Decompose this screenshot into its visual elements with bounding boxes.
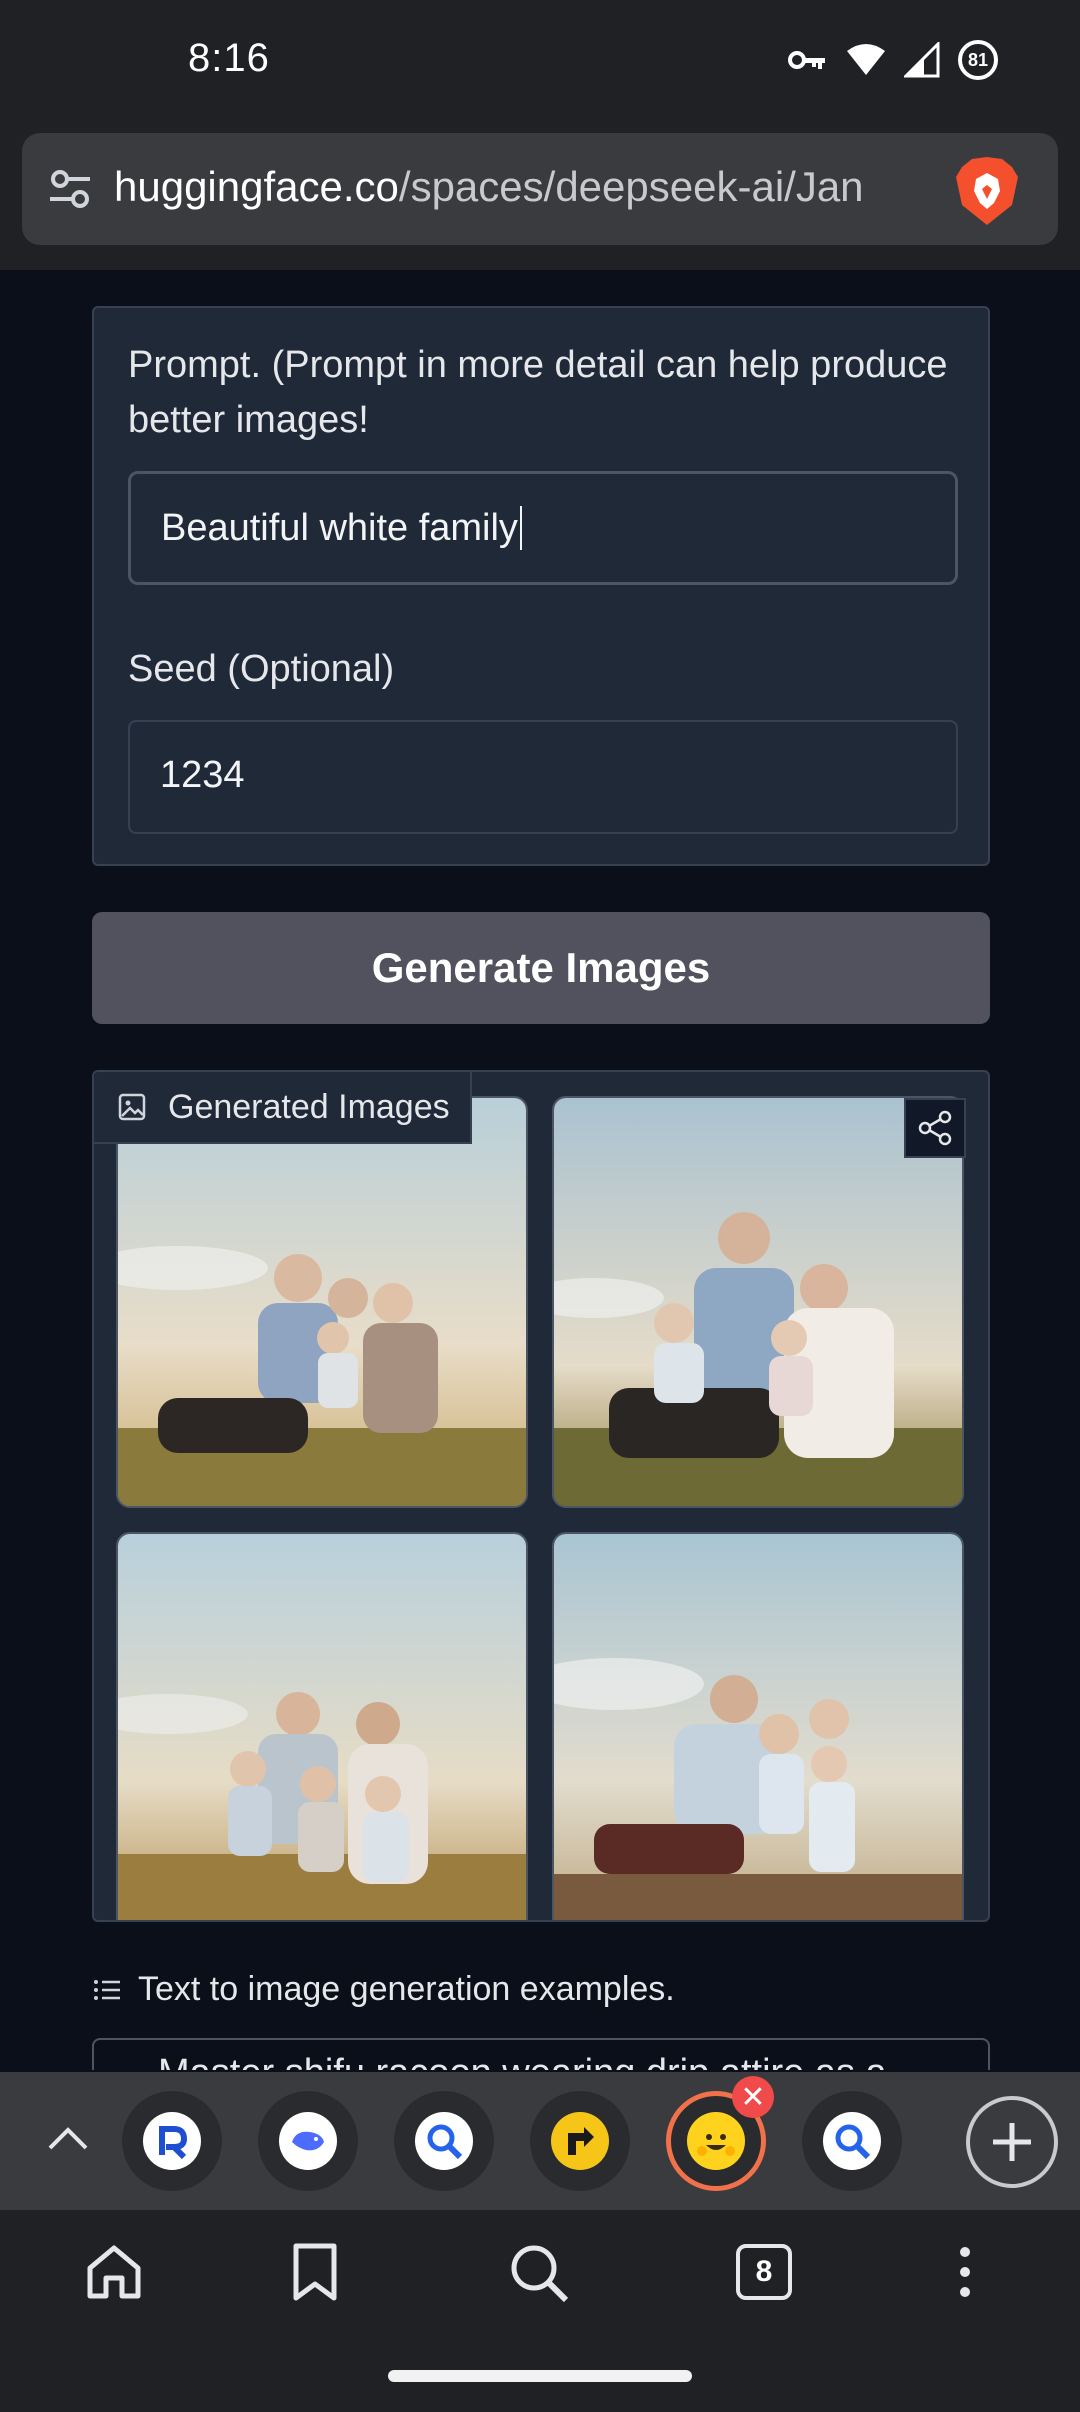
search-favicon: [415, 2112, 473, 2170]
address-bar[interactable]: huggingface.co/spaces/deepseek-ai/Jan: [22, 133, 1058, 245]
status-time: 8:16: [188, 36, 270, 80]
browser-toolbar: huggingface.co/spaces/deepseek-ai/Jan: [0, 130, 1080, 270]
seed-input[interactable]: 1234: [128, 720, 958, 834]
prompt-value: Beautiful white family: [161, 506, 518, 549]
page-content: Prompt. (Prompt in more detail can help …: [0, 270, 1080, 2070]
examples-label-text: Text to image generation examples.: [138, 1970, 675, 2008]
more-options-icon[interactable]: [950, 2242, 980, 2302]
seed-label: Seed (Optional): [128, 648, 395, 690]
prompt-input[interactable]: Beautiful white family: [128, 471, 958, 585]
system-nav-bar: [0, 2340, 1080, 2412]
generated-image-2[interactable]: [552, 1096, 964, 1508]
examples-label: Text to image generation examples.: [92, 1970, 675, 2009]
gallery-label-text: Generated Images: [168, 1087, 450, 1126]
generated-image-3[interactable]: [116, 1532, 528, 1920]
tab-search-2[interactable]: [802, 2091, 902, 2191]
search-favicon: [823, 2112, 881, 2170]
input-panel: Prompt. (Prompt in more detail can help …: [92, 306, 990, 866]
tab-strip: ✕: [0, 2072, 1080, 2210]
gallery-label: Generated Images: [94, 1072, 472, 1144]
tab-deepseek[interactable]: [258, 2091, 358, 2191]
share-icon: [918, 1110, 952, 1146]
chevron-up-icon[interactable]: [44, 2114, 92, 2162]
new-tab-button[interactable]: [966, 2096, 1058, 2188]
example-item[interactable]: Master shifu racoon wearing drip attire …: [92, 2038, 990, 2070]
text-caret: [519, 506, 522, 550]
bottom-toolbar: 8: [0, 2210, 1080, 2340]
status-bar: 8:16 81: [0, 0, 1080, 130]
tab-switcher-button[interactable]: 8: [736, 2244, 792, 2300]
plus-icon: [993, 2123, 1031, 2161]
huggingface-favicon: [687, 2112, 745, 2170]
close-tab-icon[interactable]: ✕: [732, 2076, 774, 2118]
url-path: /spaces/deepseek-ai/Jan: [398, 163, 864, 210]
url-fade: [892, 153, 962, 223]
perplexity-favicon: [143, 2112, 201, 2170]
list-icon: [94, 1979, 120, 2000]
yellow-app-favicon: [551, 2112, 609, 2170]
vpn-key-icon: [788, 51, 825, 69]
status-icons: 81: [788, 40, 998, 80]
site-settings-icon[interactable]: [46, 165, 94, 213]
generated-images-gallery: Generated Images: [92, 1070, 990, 1922]
share-button[interactable]: [904, 1098, 966, 1158]
generated-image-4[interactable]: [552, 1532, 964, 1920]
wifi-icon: [847, 44, 885, 75]
generate-images-button[interactable]: Generate Images: [92, 912, 990, 1024]
brave-shields-icon[interactable]: [954, 155, 1020, 227]
tab-perplexity[interactable]: [122, 2091, 222, 2191]
url-text[interactable]: huggingface.co/spaces/deepseek-ai/Jan: [114, 163, 954, 215]
url-host: huggingface.co: [114, 163, 399, 210]
image-icon: [118, 1093, 146, 1121]
tab-search-1[interactable]: [394, 2091, 494, 2191]
tab-yellow-app[interactable]: [530, 2091, 630, 2191]
generated-image-1[interactable]: [116, 1096, 528, 1508]
battery-icon: 81: [958, 40, 998, 80]
home-gesture-pill[interactable]: [388, 2370, 692, 2382]
search-icon[interactable]: [508, 2242, 570, 2304]
deepseek-favicon: [279, 2112, 337, 2170]
bookmark-icon[interactable]: [290, 2242, 340, 2302]
signal-icon: [904, 42, 940, 78]
home-icon[interactable]: [84, 2242, 144, 2302]
prompt-label: Prompt. (Prompt in more detail can help …: [128, 344, 948, 441]
